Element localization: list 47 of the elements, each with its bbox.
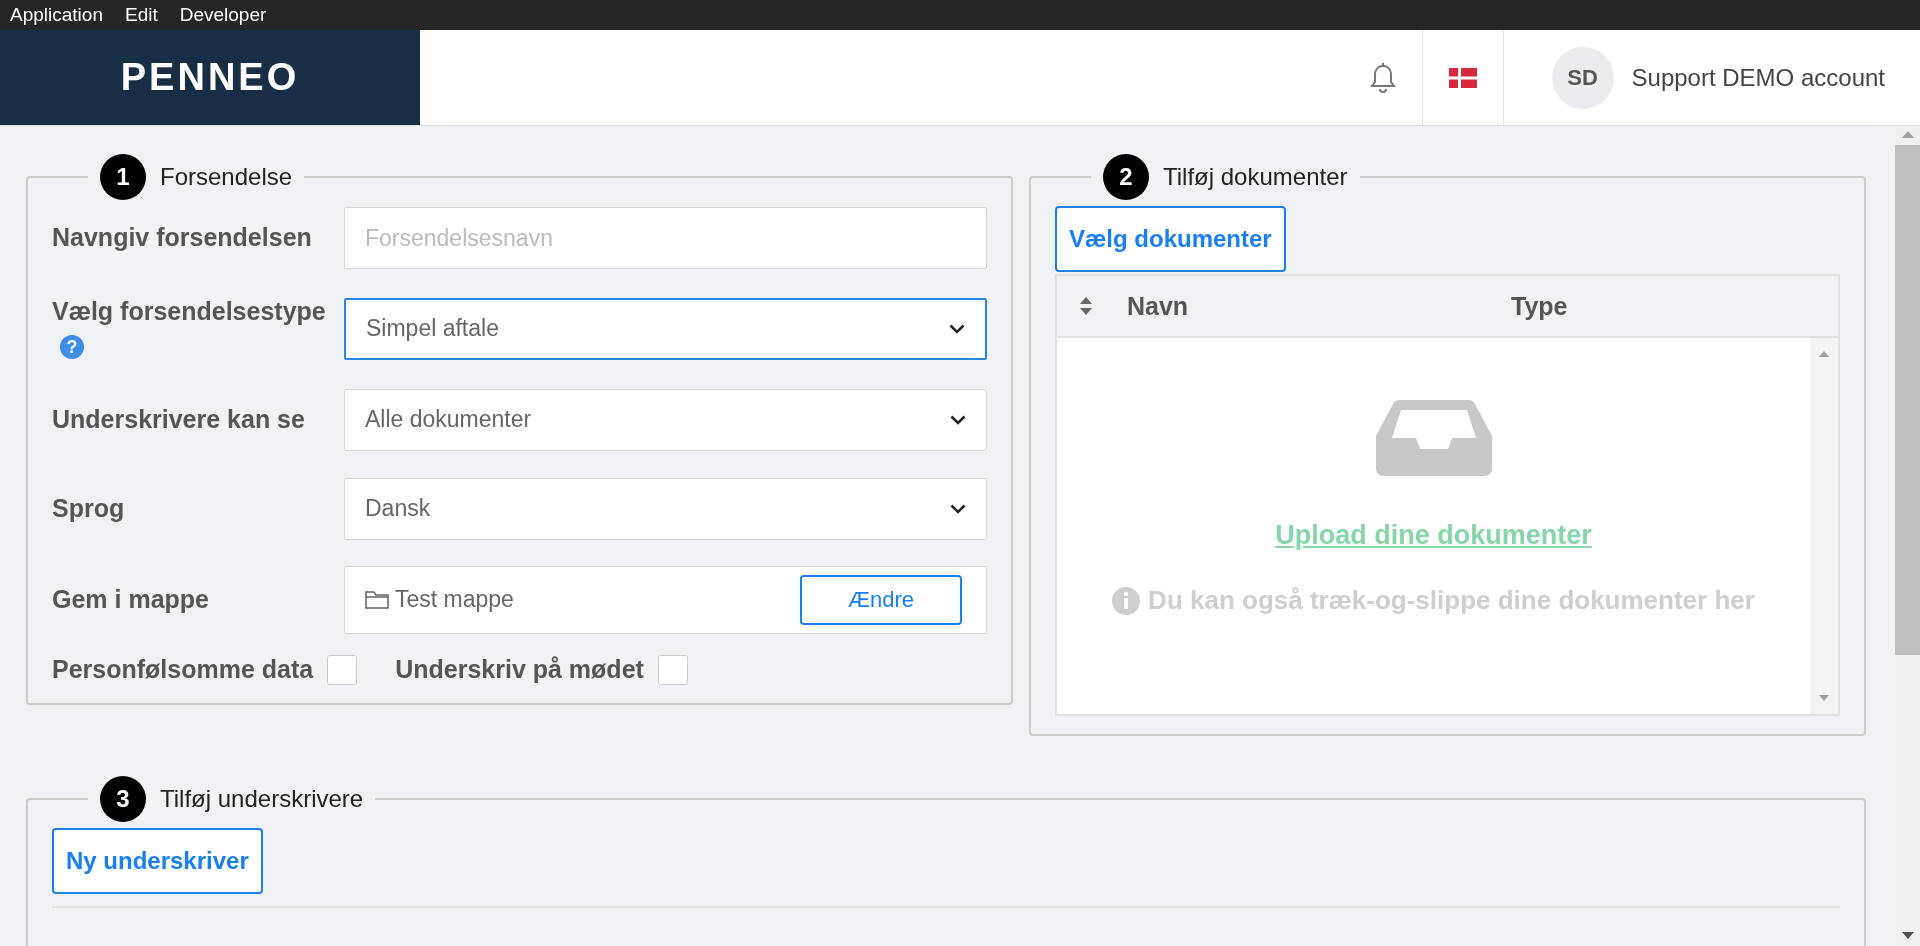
- scroll-up-icon[interactable]: [1818, 350, 1830, 358]
- checkbox[interactable]: [327, 654, 358, 685]
- menu-item[interactable]: Edit: [124, 4, 158, 26]
- user-name[interactable]: Support DEMO account: [1631, 63, 1885, 92]
- section-title: Tilføj dokumenter: [1163, 163, 1348, 191]
- select-field[interactable]: Simpel aftale: [344, 297, 987, 360]
- step-number: 1: [100, 154, 146, 200]
- select-field[interactable]: Alle dokumenter: [344, 388, 987, 451]
- menu-item[interactable]: Developer: [179, 4, 267, 26]
- scrollbar[interactable]: [1895, 126, 1920, 946]
- chevron-down-icon: [950, 503, 966, 514]
- folder-icon: [365, 590, 389, 609]
- section-title: Forsendelse: [160, 163, 293, 191]
- help-icon[interactable]: ?: [60, 335, 84, 360]
- field-label: Navngiv forsendelsen: [52, 223, 312, 252]
- field-label: Vælg forsendelsestype: [52, 297, 326, 325]
- menu-item[interactable]: Application: [10, 4, 103, 26]
- scroll-up-icon[interactable]: [1900, 130, 1915, 139]
- step-number: 2: [1103, 154, 1149, 200]
- field-label: Underskrivere kan se: [52, 404, 305, 433]
- section-title: Tilføj underskrivere: [160, 785, 364, 813]
- choose-documents-button[interactable]: Vælg dokumenter: [1055, 206, 1286, 272]
- checkbox[interactable]: [657, 654, 688, 685]
- avatar[interactable]: SD: [1551, 46, 1614, 109]
- scrollbar[interactable]: [1810, 338, 1838, 714]
- column-header[interactable]: Navn: [1127, 291, 1511, 321]
- chevron-down-icon: [949, 323, 965, 334]
- field-label: Gem i mappe: [52, 584, 209, 613]
- inbox-tray-icon: [1375, 400, 1492, 476]
- checkbox-label: Personfølsomme data: [52, 655, 314, 684]
- input-field[interactable]: Forsendelsesnavn: [344, 207, 987, 269]
- folder-name: Test mappe: [395, 586, 515, 613]
- change-button[interactable]: Ændre: [800, 574, 962, 625]
- column-header[interactable]: Type: [1511, 291, 1568, 321]
- field-label: Sprog: [52, 493, 125, 522]
- folder-field[interactable]: Test mappe Ændre: [344, 565, 987, 634]
- info-icon: [1112, 586, 1141, 615]
- new-signer-button[interactable]: Ny underskriver: [52, 828, 263, 894]
- select-field[interactable]: Dansk: [344, 477, 987, 540]
- step-number: 3: [100, 776, 146, 822]
- flag-icon[interactable]: [1448, 67, 1477, 88]
- sort-icon[interactable]: [1079, 296, 1093, 316]
- logo[interactable]: PENNEO: [120, 56, 300, 99]
- scroll-down-icon[interactable]: [1900, 931, 1915, 940]
- chevron-down-icon: [950, 414, 966, 425]
- bell-icon[interactable]: [1369, 62, 1396, 93]
- checkbox-label: Underskriv på mødet: [395, 655, 644, 684]
